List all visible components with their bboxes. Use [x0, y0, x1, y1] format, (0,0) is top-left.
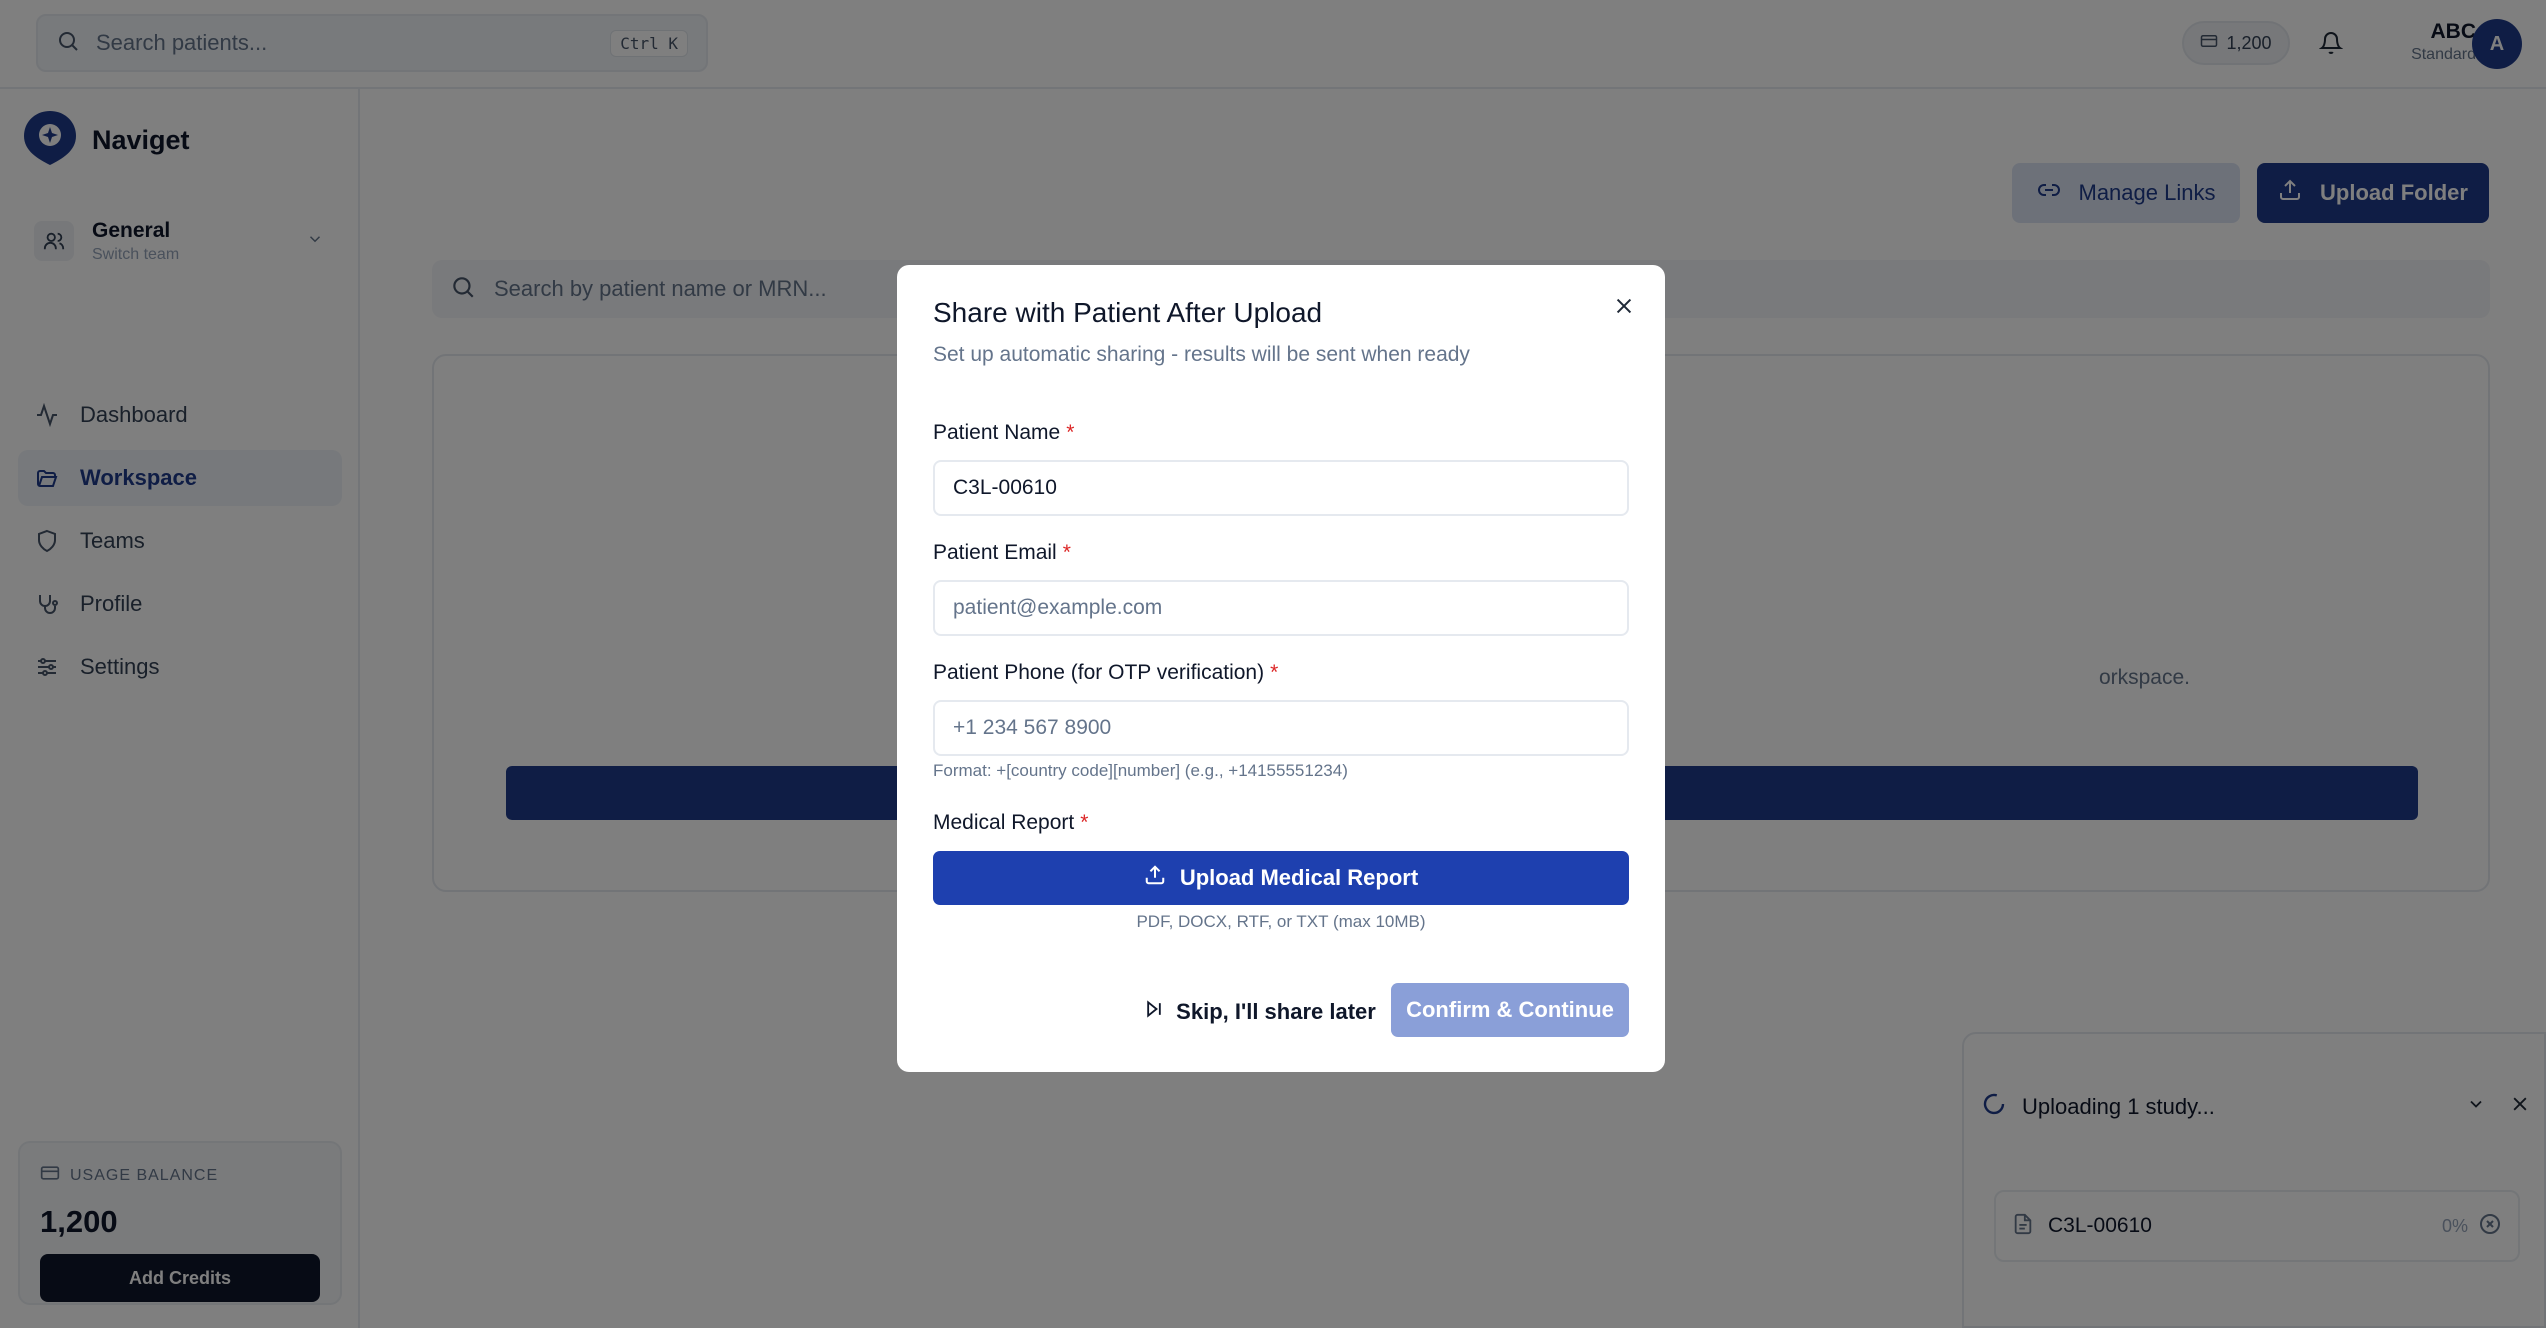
share-with-patient-dialog: Share with Patient After Upload Set up a… [897, 265, 1665, 1072]
report-formats-hint: PDF, DOCX, RTF, or TXT (max 10MB) [1136, 912, 1426, 931]
medical-report-label-text: Medical Report [933, 811, 1075, 834]
skip-share-label: Skip, I'll share later [1176, 999, 1376, 1024]
patient-email-label: Patient Email * [933, 541, 1071, 565]
required-mark: * [1270, 661, 1279, 684]
dialog-title: Share with Patient After Upload [933, 297, 1323, 328]
upload-icon [1144, 864, 1166, 892]
confirm-continue-button[interactable]: Confirm & Continue [1391, 983, 1629, 1037]
phone-format-hint: Format: +[country code][number] (e.g., +… [933, 761, 1348, 780]
required-mark: * [1066, 421, 1075, 444]
patient-name-input[interactable] [933, 460, 1629, 516]
app-root: Search patients... Ctrl K 1,200 ABC Stan… [0, 0, 2546, 1328]
upload-medical-report-label: Upload Medical Report [1179, 865, 1419, 890]
patient-email-label-text: Patient Email [933, 541, 1057, 564]
patient-phone-input[interactable] [933, 700, 1629, 756]
patient-name-label-text: Patient Name [933, 421, 1061, 444]
patient-phone-label: Patient Phone (for OTP verification) * [933, 661, 1278, 685]
skip-forward-icon [1144, 999, 1164, 1025]
skip-share-button[interactable]: Skip, I'll share later [1143, 985, 1377, 1039]
required-mark: * [1062, 541, 1071, 564]
patient-email-input[interactable] [933, 580, 1629, 636]
patient-phone-label-text: Patient Phone (for OTP verification) [933, 661, 1265, 684]
upload-medical-report-button[interactable]: Upload Medical Report [933, 851, 1629, 905]
medical-report-label: Medical Report * [933, 811, 1088, 835]
required-mark: * [1080, 811, 1089, 834]
close-icon[interactable] [1609, 291, 1639, 321]
patient-name-label: Patient Name * [933, 421, 1074, 445]
dialog-subtitle: Set up automatic sharing - results will … [933, 343, 1470, 366]
